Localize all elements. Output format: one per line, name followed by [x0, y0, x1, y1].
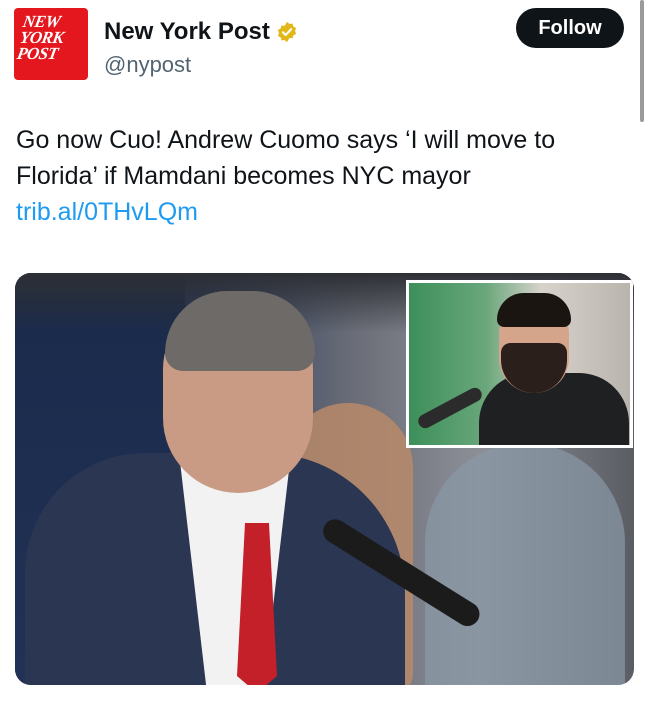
- new-york-post-logo: NEW YORK POST: [15, 12, 86, 63]
- handle[interactable]: @nypost: [104, 52, 191, 78]
- tweet-link[interactable]: trib.al/0THvLQm: [16, 198, 198, 226]
- inset-hair: [497, 293, 571, 327]
- photo-background-person: [425, 443, 625, 685]
- tweet-photo[interactable]: [15, 273, 634, 685]
- photo-inset-portrait: [406, 280, 633, 448]
- display-name[interactable]: New York Post: [104, 18, 270, 46]
- tweet-text: Go now Cuo! Andrew Cuomo says ‘I will mo…: [16, 122, 626, 230]
- inset-microphone: [415, 385, 485, 431]
- verified-badge-icon[interactable]: [276, 21, 298, 43]
- name-row: New York Post: [104, 18, 298, 46]
- avatar[interactable]: NEW YORK POST: [14, 8, 88, 80]
- tweet-header: NEW YORK POST New York Post @nypost Foll…: [14, 8, 624, 80]
- tweet-body: Go now Cuo! Andrew Cuomo says ‘I will mo…: [16, 126, 556, 190]
- logo-line-3: POST: [15, 44, 60, 63]
- scrollbar[interactable]: [640, 0, 644, 122]
- follow-button[interactable]: Follow: [516, 8, 624, 48]
